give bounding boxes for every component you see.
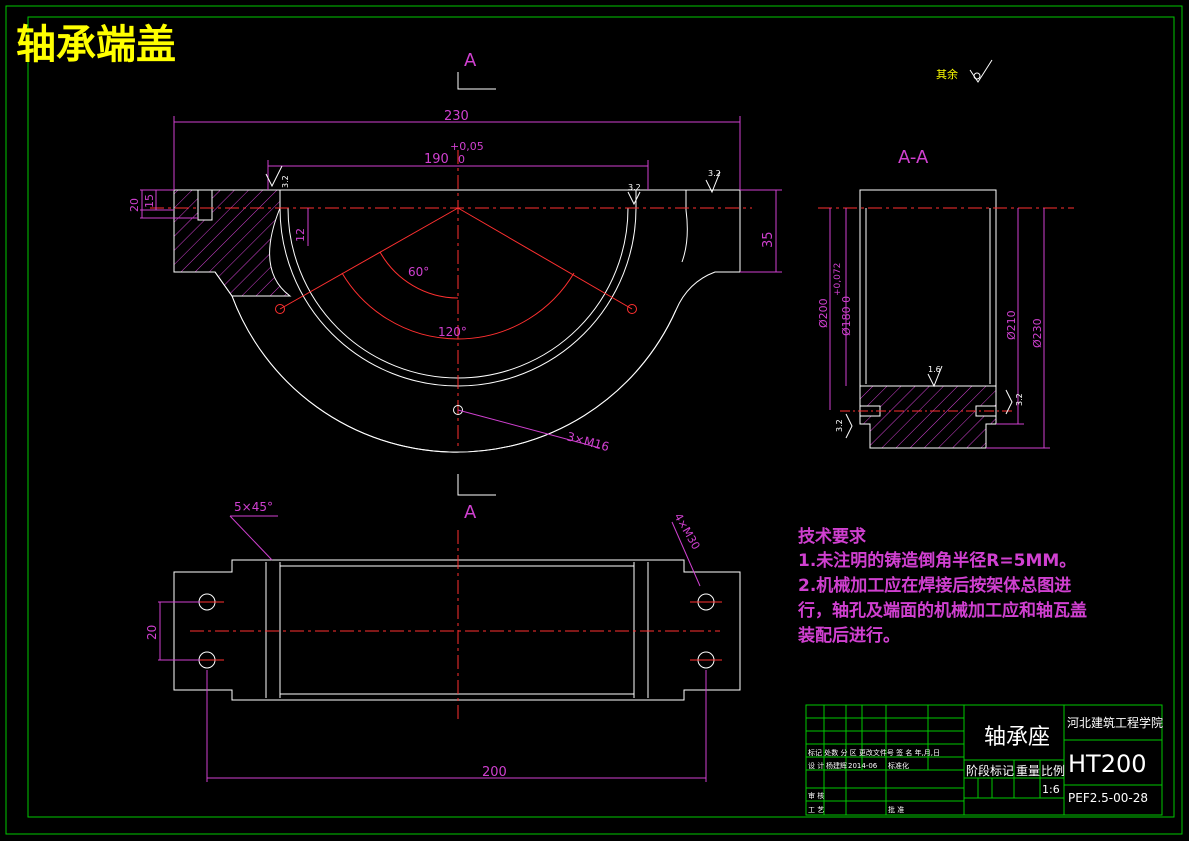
tb-row-approve: 批 准 — [888, 805, 904, 814]
roughness-r5: 3.2 — [1015, 393, 1024, 406]
dim-overall-width: 230 — [444, 109, 469, 124]
roughness-r6: 3.2 — [835, 419, 844, 432]
title-block: 标记 处数 分 区 更改文件号 签 名 年,月,日 设 计 杨建辉 2014-0… — [805, 704, 1163, 816]
tech-line1: 1.未注明的铸造倒角半径R=5MM。 — [798, 550, 1076, 571]
front-section-hatch — [173, 189, 292, 297]
dim-bore-tol-lower: 0 — [458, 153, 465, 166]
tech-line4: 装配后进行。 — [797, 625, 900, 646]
plan-outline — [173, 559, 741, 701]
section-label-top: A — [464, 50, 477, 71]
section-label-bottom: A — [464, 502, 477, 523]
dim-groove-depth: 12 — [294, 228, 307, 242]
outer-arc — [231, 295, 677, 453]
dim-dia-210: Ø210 — [1005, 310, 1018, 340]
dim-dia-200: Ø200 — [817, 298, 830, 328]
plan-dimensions: 20 200 5×45° 4×M30 — [145, 500, 707, 782]
tb-row-date: 2014-06 — [848, 762, 878, 770]
tb-scale-value: 1:6 — [1042, 783, 1060, 796]
dim-angle-small: 60° — [408, 265, 429, 279]
tech-line3: 行，轴孔及端面的机械加工应和轴瓦盖 — [797, 600, 1087, 621]
tb-row-design: 设 计 — [808, 761, 824, 770]
dim-chamfer: 5×45° — [234, 500, 273, 514]
outer-frame — [5, 5, 1183, 835]
dim-left-height-inner: 15 — [143, 194, 156, 208]
tb-material: HT200 — [1068, 750, 1147, 778]
tb-row-change: 标记 处数 分 区 更改文件号 签 名 年,月,日 — [808, 748, 940, 757]
tb-row-std: 标准化 — [888, 761, 909, 770]
front-view — [150, 150, 752, 453]
dim-plan-length: 200 — [482, 765, 507, 780]
inner-frame — [27, 16, 1175, 818]
dim-bore-width: 190 — [424, 152, 449, 167]
engineering-drawing: 轴承端盖 A A 其余 230 190 +0,05 0 20 15 12 35 … — [5, 5, 1183, 835]
tech-requirements: 技术要求 1.未注明的铸造倒角半径R=5MM。 2.机械加工应在焊接后按架体总图… — [797, 526, 1087, 646]
roughness-note-label: 其余 — [936, 67, 958, 81]
tech-line2: 2.机械加工应在焊接后按架体总图进 — [798, 575, 1071, 596]
tb-scale-label: 比例 — [1041, 764, 1065, 778]
tech-heading: 技术要求 — [798, 526, 866, 547]
roughness-r2: 3.2 — [628, 183, 641, 192]
dim-right-height: 35 — [761, 231, 776, 248]
section-marker-top: A — [457, 50, 496, 90]
section-hatch — [859, 385, 997, 449]
tb-part-name: 轴承座 — [984, 725, 1050, 750]
tb-drawing-no: PEF2.5-00-28 — [1068, 791, 1148, 805]
dim-left-height-outer: 20 — [128, 198, 141, 212]
tb-weight-label: 重量 — [1016, 764, 1040, 778]
tb-stage-label: 阶段标记 — [966, 763, 1014, 778]
dim-dia-180: Ø180 0 — [840, 296, 853, 336]
plan-view — [173, 530, 741, 720]
roughness-r4: 1.6 — [928, 365, 941, 374]
section-marker-bottom: A — [457, 474, 496, 523]
dim-bore-tol-upper: +0,05 — [450, 140, 484, 153]
dim-dia-180-tol: +0,072 — [833, 263, 843, 296]
dim-plan-height: 20 — [145, 625, 159, 640]
drawing-title: 轴承端盖 — [16, 22, 176, 68]
section-view-label: A-A — [898, 147, 929, 168]
dim-dia-230: Ø230 — [1031, 318, 1044, 348]
tb-row-process: 工 艺 — [808, 806, 824, 814]
front-roughness-marks: 3.2 3.2 3.2 — [265, 165, 721, 206]
tb-row-designer: 杨建辉 — [826, 761, 847, 770]
roughness-r1: 3.2 — [281, 175, 290, 188]
roughness-note: 其余 — [936, 59, 993, 83]
dim-hole-callout: 3×M16 — [565, 429, 610, 454]
section-view: A-A — [818, 147, 1074, 449]
tb-row-review: 审 核 — [808, 791, 824, 800]
roughness-r3: 3.2 — [708, 169, 721, 178]
tb-school: 河北建筑工程学院 — [1067, 715, 1163, 730]
dim-angle-large: 120° — [438, 325, 467, 339]
